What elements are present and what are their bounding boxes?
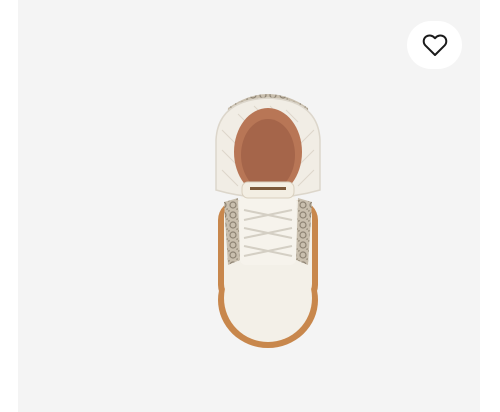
product-image-panel [18,0,480,412]
wishlist-button[interactable] [407,21,462,69]
product-gallery-page [0,0,500,412]
heart-outline-icon [422,34,447,56]
boot-product-image [215,94,321,348]
